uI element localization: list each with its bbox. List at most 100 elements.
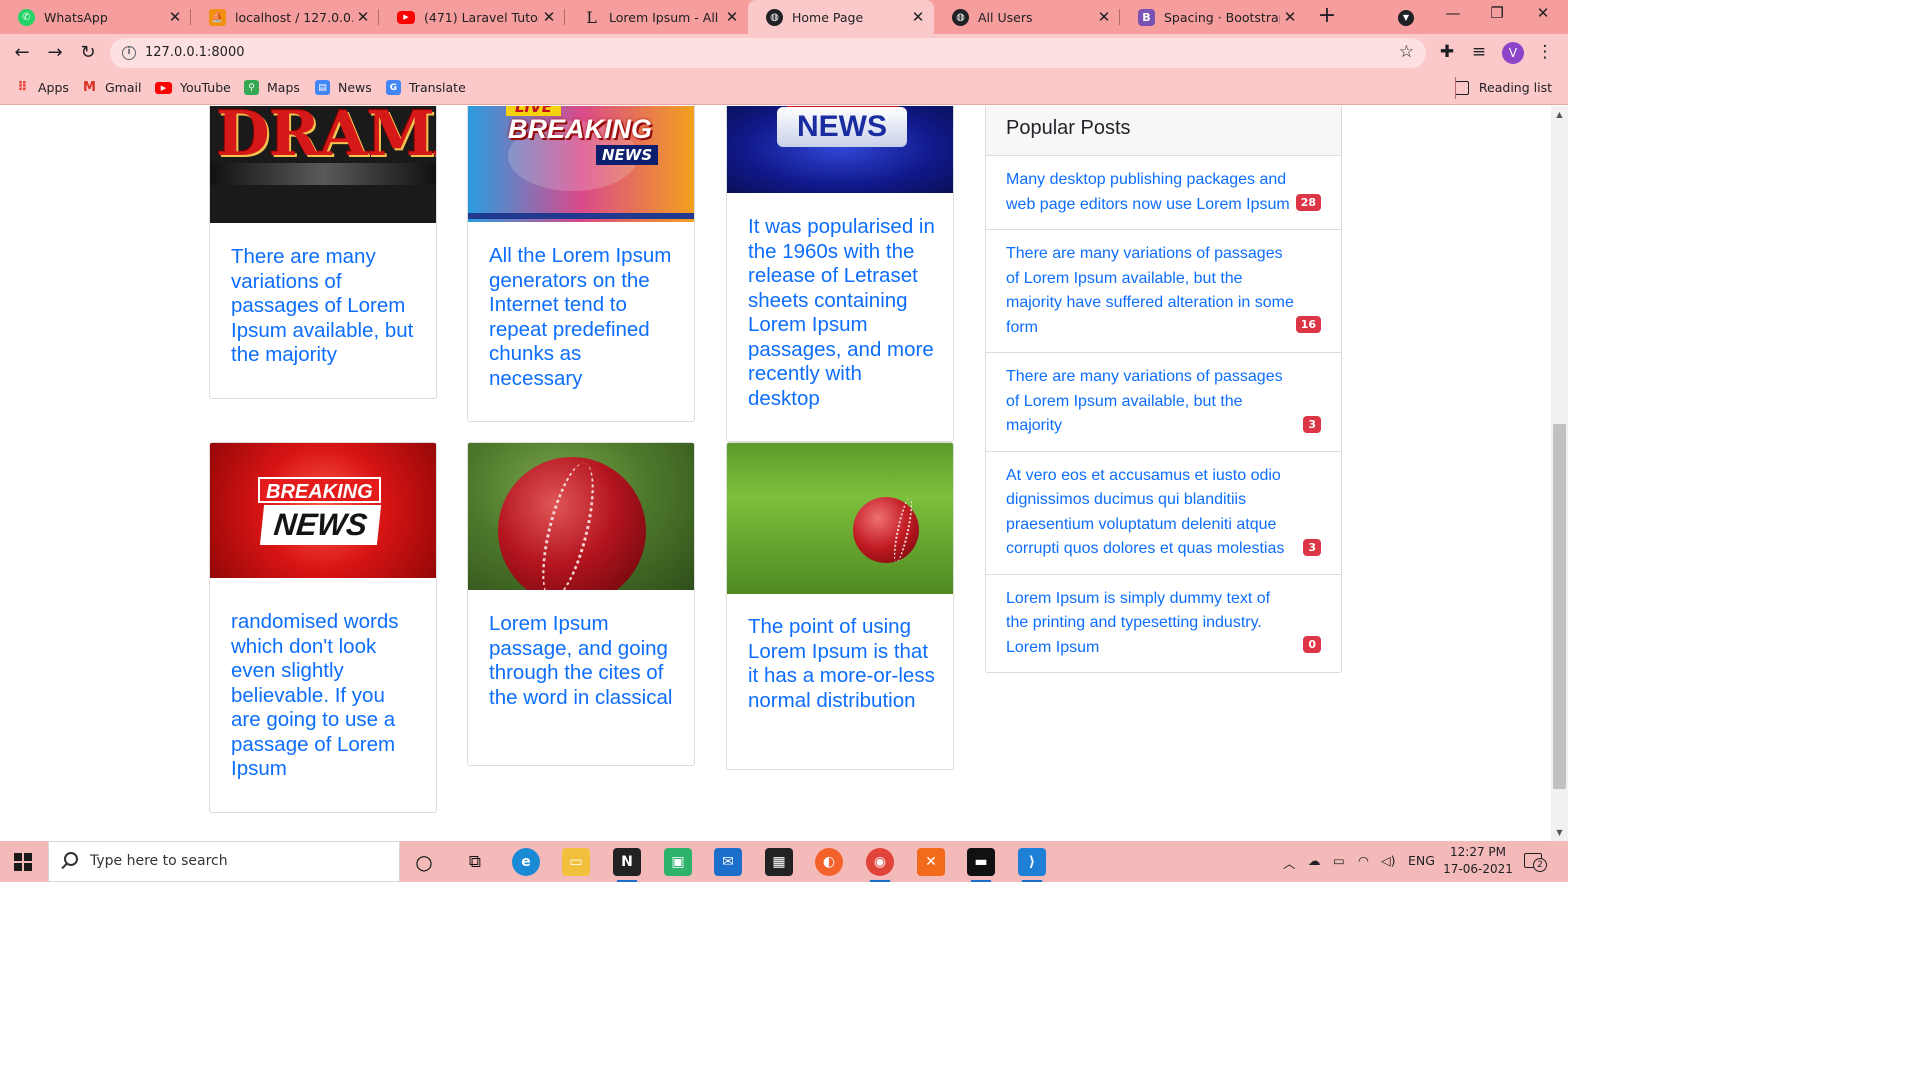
url-text[interactable]: 127.0.0.1:8000 xyxy=(145,45,245,60)
show-hidden-icons-icon[interactable]: ︿ xyxy=(1283,853,1296,872)
close-icon[interactable]: ✕ xyxy=(1094,8,1114,26)
tab-whatsapp[interactable]: ✆ WhatsApp ✕ xyxy=(0,0,191,34)
popular-post-link[interactable]: Many desktop publishing packages and web… xyxy=(1006,171,1290,213)
camo-icon[interactable]: ▣ xyxy=(664,848,692,876)
windows-start-icon[interactable] xyxy=(14,853,32,871)
popular-post-link[interactable]: At vero eos et accusamus et iusto odio d… xyxy=(1006,467,1284,558)
post-card[interactable]: DRAMA There are many variations of passa… xyxy=(209,106,437,399)
post-card[interactable]: The point of using Lorem Ipsum is that i… xyxy=(726,442,954,770)
popular-post-link[interactable]: There are many variations of passages of… xyxy=(1006,245,1294,336)
scrollbar-thumb[interactable] xyxy=(1553,424,1566,789)
tab-phpmyadmin[interactable]: ⛵ localhost / 127.0.0.1 / ✕ xyxy=(191,0,379,34)
scroll-up-arrow-icon[interactable]: ▲ xyxy=(1551,106,1568,123)
post-title-link[interactable]: All the Lorem Ipsum generators on the In… xyxy=(489,244,678,391)
forward-arrow-icon[interactable]: → xyxy=(42,40,68,66)
xampp-icon[interactable]: ✕ xyxy=(917,848,945,876)
post-image-breaking-news-red[interactable]: BREAKING NEWS xyxy=(210,443,436,588)
reload-icon[interactable]: ↻ xyxy=(75,40,101,66)
post-image-cricket-ball-grass[interactable] xyxy=(727,443,953,594)
media-control-icon[interactable]: ≡ xyxy=(1468,42,1490,62)
tab-title: Spacing · Bootstrap xyxy=(1164,9,1280,25)
firefox-icon[interactable]: ◐ xyxy=(815,848,843,876)
close-icon[interactable]: ✕ xyxy=(908,8,928,26)
tab-all-users[interactable]: ◍ All Users ✕ xyxy=(934,0,1120,34)
taskbar-search-box[interactable]: Type here to search xyxy=(48,841,400,882)
menu-kebab-icon[interactable]: ⋮ xyxy=(1534,42,1556,62)
post-title-link[interactable]: randomised words which don't look even s… xyxy=(231,610,420,782)
popular-post-item[interactable]: Lorem Ipsum is simply dummy text of the … xyxy=(986,575,1341,673)
gmail-icon: M xyxy=(83,80,96,95)
terminal-icon[interactable]: ▬ xyxy=(967,848,995,882)
extensions-icon[interactable]: ✚ xyxy=(1436,42,1458,62)
restore-icon[interactable]: ❐ xyxy=(1482,4,1512,22)
onedrive-icon[interactable]: ☁ xyxy=(1308,853,1321,868)
notion-icon[interactable]: N xyxy=(613,848,641,882)
popular-post-item[interactable]: Many desktop publishing packages and web… xyxy=(986,156,1341,230)
tab-search-icon[interactable]: ▼ xyxy=(1398,10,1414,26)
post-image-breaking-news-blue[interactable]: NEWS xyxy=(727,106,953,193)
close-icon[interactable]: ✕ xyxy=(722,8,742,26)
post-title-link[interactable]: It was popularised in the 1960s with the… xyxy=(748,215,937,411)
address-bar[interactable]: i 127.0.0.1:8000 ☆ xyxy=(110,38,1426,68)
bookmark-maps[interactable]: ⚲ Maps xyxy=(244,80,300,95)
tab-lorem-ipsum[interactable]: L Lorem Ipsum - All the ✕ xyxy=(565,0,748,34)
mail-icon[interactable]: ✉ xyxy=(714,848,742,876)
post-card[interactable]: Lorem Ipsum passage, and going through t… xyxy=(467,442,695,766)
bookmark-gmail[interactable]: M Gmail xyxy=(82,80,141,95)
back-arrow-icon[interactable]: ← xyxy=(9,40,35,66)
post-card[interactable]: NEWS It was popularised in the 1960s wit… xyxy=(726,106,954,442)
comment-count-badge: 0 xyxy=(1303,636,1321,653)
bookmark-news[interactable]: ▤ News xyxy=(315,80,372,95)
edge-icon[interactable]: e xyxy=(512,848,540,876)
browser-toolbar: ← → ↻ i 127.0.0.1:8000 ☆ ✚ ≡ V ⋮ xyxy=(0,34,1568,72)
post-image-drama[interactable]: DRAMA xyxy=(210,106,436,223)
tab-bootstrap-spacing[interactable]: B Spacing · Bootstrap ✕ xyxy=(1120,0,1306,34)
scroll-down-arrow-icon[interactable]: ▼ xyxy=(1551,824,1568,841)
vscode-icon[interactable]: ⟩ xyxy=(1018,848,1046,882)
youtube-icon: ▶ xyxy=(397,10,415,24)
system-clock[interactable]: 12:27 PM 17-06-2021 xyxy=(1438,844,1518,878)
profile-avatar[interactable]: V xyxy=(1502,42,1524,64)
cortana-icon[interactable]: ○ xyxy=(410,848,438,876)
reading-list-icon xyxy=(1454,80,1469,95)
minimize-icon[interactable]: — xyxy=(1438,4,1468,22)
notification-center-icon[interactable]: 2 xyxy=(1524,853,1547,872)
bookmark-star-icon[interactable]: ☆ xyxy=(1399,42,1414,62)
post-title-link[interactable]: Lorem Ipsum passage, and going through t… xyxy=(489,612,678,710)
tab-title: (471) Laravel Tutorials xyxy=(424,9,539,25)
task-view-icon[interactable]: ⧉ xyxy=(461,848,489,876)
reading-list-button[interactable]: Reading list xyxy=(1454,80,1552,95)
new-tab-button[interactable]: + xyxy=(1314,4,1340,30)
tab-home-page[interactable]: ◍ Home Page ✕ xyxy=(748,0,934,34)
volume-icon[interactable]: ◁) xyxy=(1381,853,1396,868)
post-image-cricket-ball-closeup[interactable] xyxy=(468,443,694,590)
site-info-icon[interactable]: i xyxy=(122,46,136,60)
wifi-icon[interactable]: ◠ xyxy=(1358,853,1369,868)
post-title-link[interactable]: The point of using Lorem Ipsum is that i… xyxy=(748,615,937,713)
post-title-link[interactable]: There are many variations of passages of… xyxy=(231,245,420,368)
popular-post-link[interactable]: Lorem Ipsum is simply dummy text of the … xyxy=(1006,590,1270,656)
bookmark-youtube[interactable]: ▶ YouTube xyxy=(155,80,231,95)
page-scrollbar[interactable]: ▲ ▼ xyxy=(1551,106,1568,841)
store-icon[interactable]: ▦ xyxy=(765,848,793,876)
bookmark-apps[interactable]: ⠿ Apps xyxy=(15,80,69,95)
window-close-icon[interactable]: ✕ xyxy=(1528,4,1558,22)
chrome-icon[interactable]: ◉ xyxy=(866,848,894,882)
popular-post-link[interactable]: There are many variations of passages of… xyxy=(1006,368,1283,434)
post-card[interactable]: LIVE BREAKING NEWS All the Lorem Ipsum g… xyxy=(467,106,695,422)
page-viewport[interactable]: DRAMA There are many variations of passa… xyxy=(0,106,1551,841)
battery-icon[interactable]: ▭ xyxy=(1333,853,1345,868)
close-icon[interactable]: ✕ xyxy=(539,8,559,26)
post-image-live-breaking-news[interactable]: LIVE BREAKING NEWS xyxy=(468,106,694,222)
post-card[interactable]: BREAKING NEWS randomised words which don… xyxy=(209,442,437,813)
bookmark-translate[interactable]: G Translate xyxy=(386,80,466,95)
popular-post-item[interactable]: There are many variations of passages of… xyxy=(986,353,1341,452)
popular-post-item[interactable]: There are many variations of passages of… xyxy=(986,230,1341,353)
tab-laravel-tutorials[interactable]: ▶ (471) Laravel Tutorials ✕ xyxy=(379,0,565,34)
language-indicator[interactable]: ENG xyxy=(1408,853,1435,868)
file-explorer-icon[interactable]: ▭ xyxy=(562,848,590,876)
close-icon[interactable]: ✕ xyxy=(1280,8,1300,26)
popular-post-item[interactable]: At vero eos et accusamus et iusto odio d… xyxy=(986,452,1341,575)
close-icon[interactable]: ✕ xyxy=(165,8,185,26)
close-icon[interactable]: ✕ xyxy=(353,8,373,26)
